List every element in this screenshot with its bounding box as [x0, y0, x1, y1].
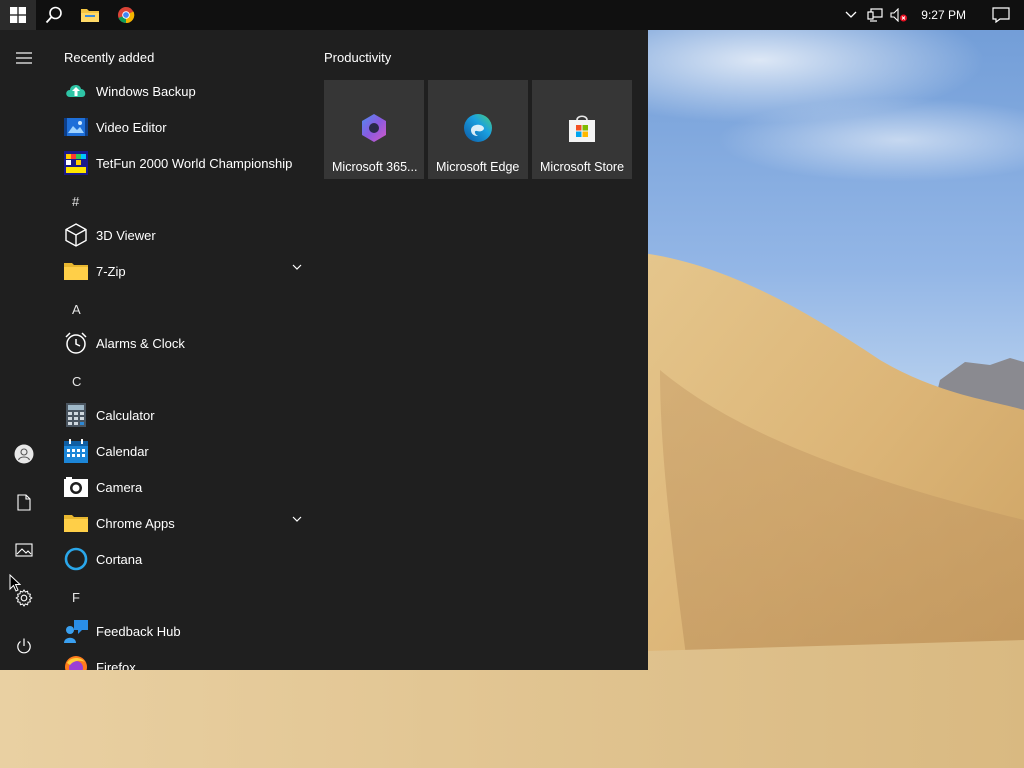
firefox-icon	[64, 655, 88, 670]
windows-logo-icon	[10, 7, 26, 23]
action-center-button[interactable]	[978, 0, 1024, 30]
app-label: Windows Backup	[96, 83, 196, 99]
windows-backup-icon	[64, 79, 88, 103]
app-label: Firefox	[96, 659, 136, 671]
tetfun-icon	[64, 151, 88, 175]
tile-label: Microsoft Edge	[436, 160, 520, 174]
app-label: TetFun 2000 World Championship	[96, 155, 293, 171]
camera-icon	[64, 475, 88, 499]
app-calculator[interactable]: Calculator	[48, 397, 308, 433]
app-label: Feedback Hub	[96, 623, 181, 639]
section-header-hash[interactable]: #	[48, 186, 308, 216]
section-letter: C	[72, 373, 82, 389]
expand-menu-button[interactable]	[0, 38, 48, 78]
user-icon	[14, 444, 34, 464]
documents-icon	[17, 493, 31, 511]
store-icon	[569, 115, 595, 142]
folder-icon	[64, 511, 88, 535]
start-menu: Recently added Windows Backup Video Edit…	[0, 30, 648, 670]
app-label: 3D Viewer	[96, 227, 156, 243]
app-3d-viewer[interactable]: 3D Viewer	[48, 217, 308, 253]
app-alarms-clock[interactable]: Alarms & Clock	[48, 325, 308, 361]
settings-button[interactable]	[0, 578, 48, 618]
chevron-up-icon	[845, 11, 857, 18]
network-icon	[867, 8, 883, 22]
pictures-button[interactable]	[0, 530, 48, 570]
mouse-cursor-icon	[9, 574, 21, 592]
network-button[interactable]	[863, 0, 887, 30]
tile-group-title[interactable]: Productivity	[324, 50, 391, 65]
pictures-icon	[15, 543, 33, 557]
system-tray: 9:27 PM	[839, 0, 1024, 30]
app-label: Calculator	[96, 407, 155, 423]
volume-button[interactable]	[887, 0, 911, 30]
app-windows-backup[interactable]: Windows Backup	[48, 73, 308, 109]
section-header-f[interactable]: F	[48, 582, 308, 612]
taskbar-clock[interactable]: 9:27 PM	[911, 8, 978, 22]
chevron-down-icon[interactable]	[292, 264, 302, 270]
account-button[interactable]	[0, 434, 48, 474]
app-firefox[interactable]: Firefox	[48, 649, 308, 670]
tile-microsoft-edge[interactable]: Microsoft Edge	[428, 80, 528, 179]
app-calendar[interactable]: Calendar	[48, 433, 308, 469]
tile-microsoft-365[interactable]: Microsoft 365...	[324, 80, 424, 179]
cortana-icon	[64, 547, 88, 571]
video-editor-icon	[64, 115, 88, 139]
app-label: Chrome Apps	[96, 515, 175, 531]
app-label: 7-Zip	[96, 263, 126, 279]
tile-label: Microsoft Store	[540, 160, 625, 174]
documents-button[interactable]	[0, 482, 48, 522]
3d-viewer-icon	[64, 223, 88, 247]
app-feedback-hub[interactable]: Feedback Hub	[48, 613, 308, 649]
app-tetfun-2000[interactable]: TetFun 2000 World Championship	[48, 145, 308, 181]
search-button[interactable]	[36, 0, 72, 30]
tiles-area: Productivity Microsoft 365... Microsoft …	[324, 30, 644, 670]
tile-label: Microsoft 365...	[332, 160, 418, 174]
volume-muted-icon	[890, 8, 908, 22]
power-button[interactable]	[0, 626, 48, 666]
app-label: Cortana	[96, 551, 143, 567]
section-letter: F	[72, 589, 80, 605]
power-icon	[17, 638, 31, 654]
section-letter: #	[72, 193, 80, 209]
calendar-icon	[64, 439, 88, 463]
section-header-a[interactable]: A	[48, 294, 308, 324]
search-icon	[45, 6, 62, 24]
recently-added-header: Recently added	[48, 42, 308, 72]
folder-chrome-apps[interactable]: Chrome Apps	[48, 505, 308, 541]
app-cortana[interactable]: Cortana	[48, 541, 308, 577]
file-explorer-icon	[81, 9, 99, 22]
edge-icon	[464, 114, 492, 142]
show-hidden-icons-button[interactable]	[839, 0, 863, 30]
app-label: Video Editor	[96, 119, 167, 135]
app-label: Alarms & Clock	[96, 335, 185, 351]
feedback-hub-icon	[64, 619, 88, 643]
chrome-icon	[118, 7, 135, 24]
taskbar-file-explorer[interactable]	[72, 0, 108, 30]
folder-7-zip[interactable]: 7-Zip	[48, 253, 308, 289]
section-header-c[interactable]: C	[48, 366, 308, 396]
app-label: Camera	[96, 479, 143, 495]
start-rail	[0, 30, 48, 670]
app-list: Recently added Windows Backup Video Edit…	[48, 30, 308, 670]
taskbar: 9:27 PM	[0, 0, 1024, 30]
app-label: Calendar	[96, 443, 149, 459]
notification-icon	[992, 7, 1010, 23]
section-letter: A	[72, 301, 81, 317]
recently-added-label: Recently added	[64, 49, 155, 65]
taskbar-chrome[interactable]	[108, 0, 144, 30]
app-video-editor[interactable]: Video Editor	[48, 109, 308, 145]
app-camera[interactable]: Camera	[48, 469, 308, 505]
alarm-clock-icon	[64, 331, 88, 355]
chevron-down-icon[interactable]	[292, 516, 302, 522]
tile-microsoft-store[interactable]: Microsoft Store	[532, 80, 632, 179]
start-button[interactable]	[0, 0, 36, 30]
calculator-icon	[64, 403, 88, 427]
microsoft-365-icon	[362, 114, 386, 142]
hamburger-menu-icon	[16, 52, 32, 64]
folder-icon	[64, 259, 88, 283]
